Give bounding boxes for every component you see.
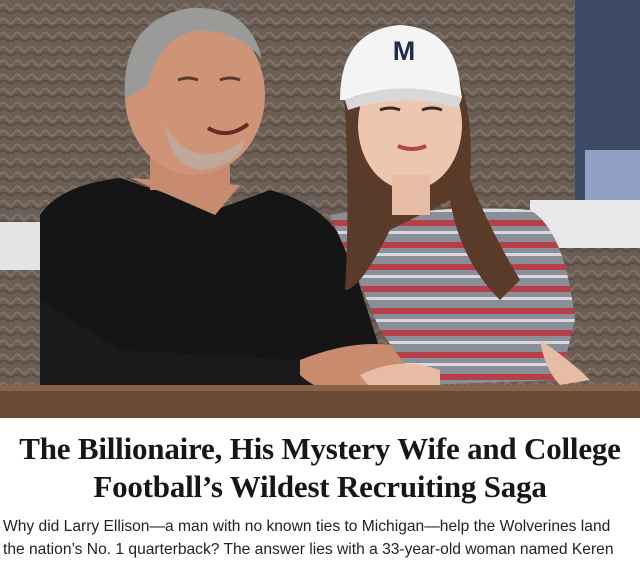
article-headline[interactable]: The Billionaire, His Mystery Wife and Co… <box>0 430 640 506</box>
dek-line-2: the nation’s No. 1 quarterback? The answ… <box>3 541 614 558</box>
dek-line-1: Why did Larry Ellison—a man with no know… <box>3 518 611 535</box>
headline-line-2[interactable]: Football’s Wildest Recruiting Saga <box>0 468 640 506</box>
headline-line-1[interactable]: The Billionaire, His Mystery Wife and Co… <box>0 430 640 468</box>
article-dek: Why did Larry Ellison—a man with no know… <box>3 515 640 561</box>
article-photo: M <box>0 0 640 418</box>
cap-m-logo: M <box>393 36 416 66</box>
